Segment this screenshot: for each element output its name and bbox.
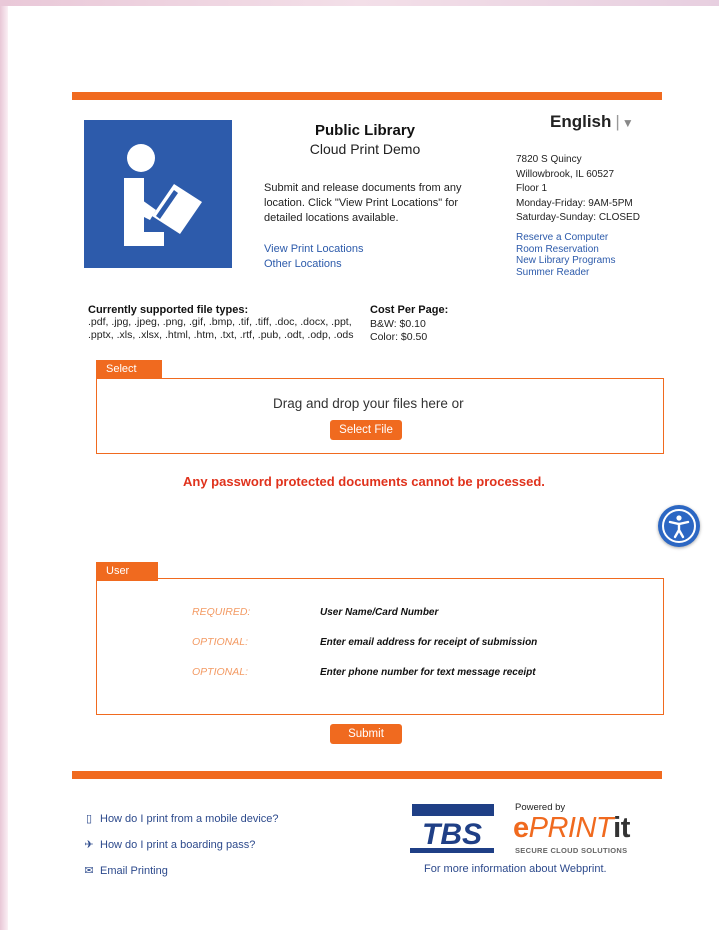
library-service-links: Reserve a Computer Room Reservation New …: [516, 232, 615, 278]
drag-drop-text: Drag and drop your files here or: [273, 396, 464, 411]
email-input[interactable]: Enter email address for receipt of submi…: [320, 637, 537, 648]
language-separator: |: [615, 112, 620, 131]
eprint-logo-it: it: [613, 812, 630, 844]
eprint-tagline: SECURE CLOUD SOLUTIONS: [515, 846, 628, 855]
select-file-button[interactable]: Select File: [330, 420, 402, 440]
submit-button[interactable]: Submit: [330, 724, 402, 744]
mobile-icon: ▯: [85, 813, 93, 825]
cost-values: B&W: $0.10 Color: $0.50: [370, 318, 427, 344]
username-field-label: REQUIRED:: [192, 606, 251, 618]
help-link-mobile[interactable]: ▯ How do I print from a mobile device?: [82, 812, 279, 825]
footer-divider-bar: [72, 771, 662, 779]
hours-weekday: Monday-Friday: 9AM-5PM: [516, 197, 633, 209]
caret-down-icon: ▼: [621, 116, 634, 130]
envelope-icon: ✉: [84, 865, 94, 877]
new-library-programs-link[interactable]: New Library Programs: [516, 255, 615, 267]
library-title: Public Library: [314, 122, 416, 139]
library-subtitle: Cloud Print Demo: [309, 141, 421, 157]
library-logo: [84, 120, 232, 268]
tbs-logo-text: TBS: [422, 818, 482, 851]
file-types-list: .pdf, .jpg, .jpeg, .png, .gif, .bmp, .ti…: [88, 316, 354, 341]
help-link-boarding-pass[interactable]: ✈ How do I print a boarding pass?: [82, 838, 255, 851]
help-link-boarding-pass-label: How do I print a boarding pass?: [100, 839, 256, 851]
summer-reader-link[interactable]: Summer Reader: [516, 267, 615, 279]
page-edge-left: [0, 0, 8, 930]
plane-icon: ✈: [84, 839, 94, 851]
cost-bw: B&W: $0.10: [370, 318, 426, 330]
webprint-info-link[interactable]: For more information about Webprint.: [424, 863, 607, 875]
header-divider-bar: [72, 92, 662, 100]
accessibility-icon: [662, 509, 696, 543]
username-input[interactable]: User Name/Card Number: [320, 607, 438, 618]
eprint-logo-e: e: [513, 812, 529, 844]
file-types-heading: Currently supported file types:: [88, 304, 249, 316]
phone-field-label: OPTIONAL:: [192, 666, 249, 678]
tbs-logo-graphic: TBS: [408, 804, 496, 853]
email-field-label: OPTIONAL:: [192, 636, 249, 648]
address-city: Willowbrook, IL 60527: [516, 168, 615, 180]
eprint-logo-print: PRINT: [528, 812, 614, 844]
help-link-email-label: Email Printing: [100, 865, 168, 877]
tbs-logo: TBS: [406, 802, 498, 854]
help-link-mobile-label: How do I print from a mobile device?: [100, 813, 279, 825]
language-label: English: [550, 112, 612, 131]
eprint-logo: ePRINTit: [513, 812, 630, 845]
select-file-tab: Select File: [96, 360, 162, 394]
language-selector[interactable]: English | ▼: [550, 112, 634, 132]
phone-input[interactable]: Enter phone number for text message rece…: [320, 667, 536, 678]
room-reservation-link[interactable]: Room Reservation: [516, 244, 615, 256]
reserve-computer-link[interactable]: Reserve a Computer: [516, 232, 615, 244]
other-locations-link[interactable]: Other Locations: [264, 257, 363, 272]
help-link-email[interactable]: ✉ Email Printing: [82, 864, 168, 877]
address-floor: Floor 1: [516, 183, 548, 194]
accessibility-button[interactable]: [658, 505, 700, 547]
address-street: 7820 S Quincy: [516, 154, 582, 165]
library-address: 7820 S Quincy Willowbrook, IL 60527 Floo…: [516, 153, 656, 226]
view-print-locations-link[interactable]: View Print Locations: [264, 242, 363, 257]
library-reader-icon: [124, 144, 202, 246]
library-description: Submit and release documents from any lo…: [264, 182, 462, 224]
page-edge-top: [0, 0, 719, 6]
cost-color: Color: $0.50: [370, 331, 428, 343]
library-links: View Print Locations Other Locations: [264, 242, 363, 272]
password-warning: Any password protected documents cannot …: [183, 474, 545, 489]
cost-heading: Cost Per Page:: [370, 304, 449, 316]
file-drop-zone[interactable]: [96, 378, 664, 454]
hours-weekend: Saturday-Sunday: CLOSED: [516, 212, 640, 223]
